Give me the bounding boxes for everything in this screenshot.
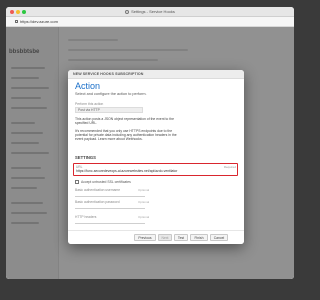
dialog-footer: Previous Next Test Finish Cancel xyxy=(68,230,244,244)
dialog-title: Action xyxy=(75,81,101,91)
accept-untrusted-ssl-checkbox[interactable] xyxy=(75,180,79,184)
basic-password-input[interactable] xyxy=(75,208,145,209)
perform-action-label: Perform this action xyxy=(75,102,104,106)
previous-button[interactable]: Previous xyxy=(134,234,156,241)
accept-untrusted-ssl-label: Accept untrusted SSL certificates xyxy=(81,180,131,184)
perform-action-field: Post via HTTP xyxy=(75,107,143,113)
optional-hint: Optional xyxy=(138,215,150,219)
dialog-subtitle: Select and configure the action to perfo… xyxy=(75,92,147,96)
finish-button[interactable]: Finish xyxy=(190,234,208,241)
basic-username-label: Basic authentication username xyxy=(75,188,121,192)
http-headers-label: HTTP headers xyxy=(75,215,97,219)
settings-heading: SETTINGS xyxy=(75,155,96,160)
address-bar[interactable]: https://dev.azure.com xyxy=(6,17,294,27)
address-url[interactable]: https://dev.azure.com xyxy=(20,19,58,24)
window-title: Settings - Service Hooks xyxy=(6,7,294,16)
globe-icon xyxy=(125,9,130,14)
desktop-bottom-strip xyxy=(0,280,300,300)
optional-hint: Optional xyxy=(138,200,150,204)
https-recommendation: It's recommended that you only use HTTPS… xyxy=(75,129,177,142)
window-titlebar: Settings - Service Hooks xyxy=(6,7,294,17)
cancel-button[interactable]: Cancel xyxy=(210,234,228,241)
next-button[interactable]: Next xyxy=(158,234,172,241)
action-description: This action posts a JSON object represen… xyxy=(75,117,174,126)
test-button[interactable]: Test xyxy=(174,234,188,241)
new-subscription-dialog: NEW SERVICE HOOKS SUBSCRIPTION Action Se… xyxy=(68,70,244,244)
dialog-header: NEW SERVICE HOOKS SUBSCRIPTION xyxy=(68,70,244,79)
window-title-text: Settings - Service Hooks xyxy=(131,9,175,14)
http-headers-input[interactable] xyxy=(75,223,145,224)
optional-hint: Optional xyxy=(138,188,150,192)
lock-icon xyxy=(15,19,18,23)
url-input[interactable]: https://func-securedeveops-ai.azurewebsi… xyxy=(76,169,235,174)
basic-username-input[interactable] xyxy=(75,196,145,197)
basic-password-label: Basic authentication password xyxy=(75,200,120,204)
